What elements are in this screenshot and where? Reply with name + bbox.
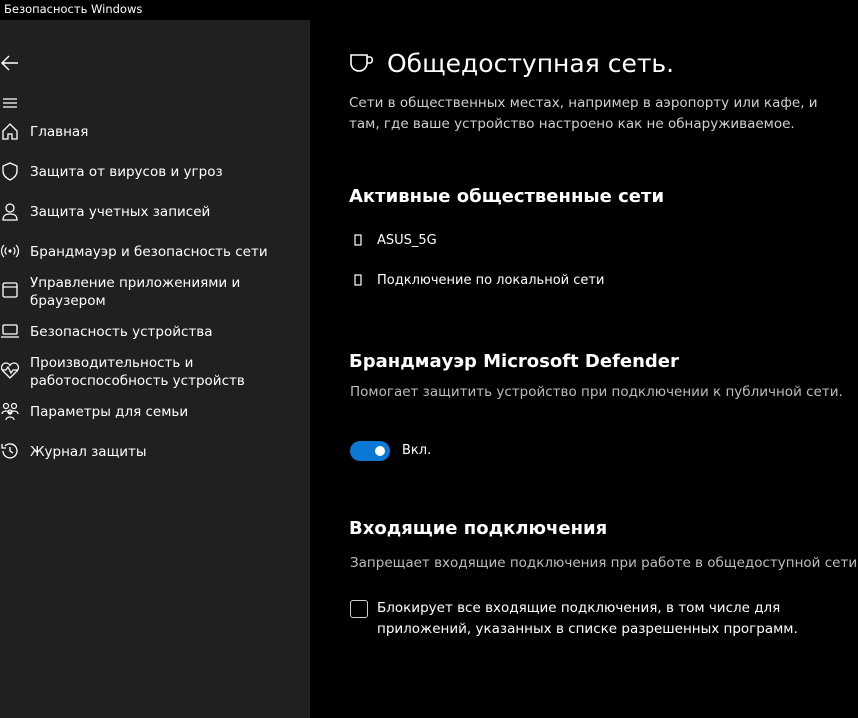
sidebar-item-label: Главная <box>30 124 89 140</box>
toggle-knob <box>375 446 385 456</box>
network-item: ASUS_5G <box>354 231 754 251</box>
firewall-toggle[interactable] <box>350 441 390 461</box>
sidebar-item-label: Защита учетных записей <box>30 204 211 220</box>
sidebar-item-family-options[interactable]: Параметры для семьи <box>0 401 310 423</box>
sidebar-item-device-security[interactable]: Безопасность устройства <box>0 321 310 343</box>
menu-button[interactable] <box>0 93 24 113</box>
network-device-icon <box>354 234 362 246</box>
main-content: Общедоступная сеть. Сети в общественных … <box>310 20 858 718</box>
app-title: Безопасность Windows <box>4 2 143 16</box>
block-incoming-checkbox-label[interactable]: Блокирует все входящие подключения, в то… <box>377 598 837 640</box>
app-window-icon <box>2 282 18 298</box>
sidebar: Главная Защита от вирусов и угроз Защита… <box>0 20 310 718</box>
network-device-icon <box>354 274 362 286</box>
sidebar-item-home[interactable]: Главная <box>0 121 310 143</box>
sidebar-item-firewall[interactable]: Брандмауэр и безопасность сети <box>0 241 310 263</box>
history-icon <box>1 443 18 459</box>
page-title: Общедоступная сеть. <box>387 49 675 78</box>
sidebar-item-account-protection[interactable]: Защита учетных записей <box>0 201 310 223</box>
back-button[interactable] <box>0 52 24 74</box>
incoming-connections-description: Запрещает входящие подключения при работ… <box>350 555 858 571</box>
sidebar-item-protection-history[interactable]: Журнал защиты <box>0 441 310 463</box>
sidebar-item-label: Защита от вирусов и угроз <box>30 164 223 180</box>
network-name: ASUS_5G <box>377 233 437 248</box>
coffee-cup-icon <box>350 54 374 72</box>
family-icon <box>1 402 19 421</box>
sidebar-item-app-browser-control[interactable]: Управление приложениями и браузером <box>0 273 310 313</box>
person-icon <box>2 203 18 221</box>
sidebar-item-device-performance[interactable]: Производительность и работоспособность у… <box>0 353 310 393</box>
sidebar-item-virus-protection[interactable]: Защита от вирусов и угроз <box>0 161 310 183</box>
back-arrow-icon <box>1 55 18 71</box>
active-networks-title: Активные общественные сети <box>349 186 665 207</box>
firewall-toggle-label: Вкл. <box>402 443 432 458</box>
network-item: Подключение по локальной сети <box>354 271 754 291</box>
sidebar-item-label: Управление приложениями и браузером <box>30 275 241 309</box>
network-name: Подключение по локальной сети <box>377 273 605 288</box>
shield-icon <box>2 162 18 181</box>
sidebar-item-label: Параметры для семьи <box>30 404 189 420</box>
wireless-antenna-icon <box>0 244 20 258</box>
hamburger-menu-icon <box>3 98 17 108</box>
page-description: Сети в общественных местах, например в а… <box>349 95 818 132</box>
sidebar-item-label: Производительность и работоспособность у… <box>30 355 245 389</box>
incoming-connections-title: Входящие подключения <box>349 518 608 539</box>
firewall-title: Брандмауэр Microsoft Defender <box>349 351 679 372</box>
firewall-description: Помогает защитить устройство при подключ… <box>350 384 843 400</box>
laptop-icon <box>1 324 19 338</box>
sidebar-item-label: Журнал защиты <box>30 444 147 460</box>
title-bar: Безопасность Windows <box>0 0 858 20</box>
block-incoming-checkbox[interactable] <box>350 600 368 618</box>
sidebar-item-label: Безопасность устройства <box>30 324 213 340</box>
home-icon <box>2 123 18 140</box>
heart-pulse-icon <box>0 362 20 379</box>
sidebar-item-label: Брандмауэр и безопасность сети <box>30 244 268 260</box>
